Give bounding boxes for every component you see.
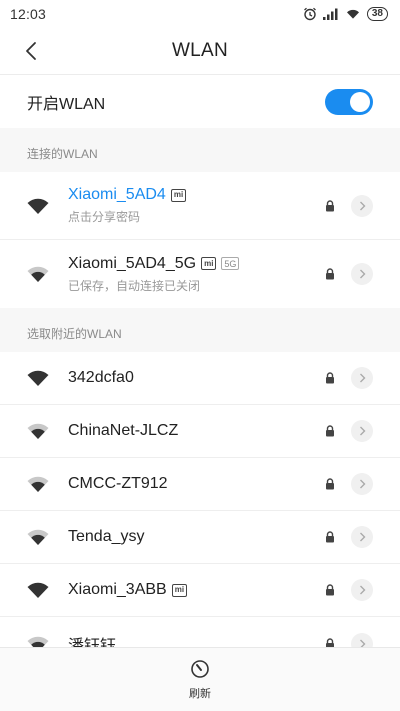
alarm-icon (303, 7, 316, 21)
network-text: 342dcfa0 (68, 369, 325, 387)
network-name-row: Xiaomi_5AD4_5G mi 5G (68, 255, 325, 273)
network-name-row: Tenda_ysy (68, 528, 325, 546)
signal-icon (322, 8, 338, 20)
lock-icon (326, 637, 334, 647)
refresh-label: 刷新 (189, 687, 211, 700)
wlan-toggle-label: 开启WLAN (27, 95, 106, 113)
chevron-right-icon (359, 426, 365, 436)
network-text: Xiaomi_5AD4 mi 点击分享密码 (68, 186, 325, 225)
wifi-strong-icon (27, 582, 49, 598)
network-detail-button[interactable] (351, 579, 373, 601)
wlan-toggle-row[interactable]: 开启WLAN (0, 74, 400, 128)
mi-badge-icon: mi (201, 257, 217, 270)
wifi-weak-icon (27, 476, 49, 492)
wifi-status-icon (346, 9, 359, 19)
wifi-weak-icon (27, 423, 49, 439)
list-item-network[interactable]: Tenda_ysy (0, 511, 400, 564)
title-bar: WLAN (0, 28, 400, 74)
network-subtitle: 点击分享密码 (68, 210, 141, 224)
wifi-weak-icon (27, 529, 49, 545)
connected-list: Xiaomi_5AD4 mi 点击分享密码 Xiaomi_5AD4_5G mi … (0, 172, 400, 308)
lock-icon (326, 372, 334, 384)
list-item-network[interactable]: ChinaNet-JLCZ (0, 405, 400, 458)
network-text: Xiaomi_5AD4_5G mi 5G 已保存，自动连接已关闭 (68, 255, 325, 294)
network-name-row: ChinaNet-JLCZ (68, 422, 325, 440)
section-label-connected: 连接的WLAN (27, 147, 98, 161)
switch-knob (350, 91, 370, 112)
wifi-weak-icon (27, 266, 49, 282)
status-time: 12:03 (10, 6, 47, 22)
list-item-network[interactable]: CMCC-ZT912 (0, 458, 400, 511)
lock-icon (326, 425, 334, 437)
network-name: Xiaomi_5AD4 (68, 186, 166, 203)
network-detail-button[interactable] (351, 420, 373, 442)
wifi-strong-icon (27, 370, 49, 386)
network-text: CMCC-ZT912 (68, 475, 325, 493)
network-name: Xiaomi_3ABB (68, 581, 167, 598)
network-name: Xiaomi_5AD4_5G (68, 254, 197, 272)
chevron-left-icon (26, 42, 36, 60)
section-header-connected: 连接的WLAN (0, 128, 400, 172)
wlan-toggle-switch[interactable] (325, 88, 373, 115)
nearby-list: 342dcfa0 ChinaNet-JLCZ CMCC-ZT912 Tenda_… (0, 352, 400, 647)
network-text: Tenda_ysy (68, 528, 325, 546)
network-name: ChinaNet-JLCZ (68, 422, 179, 439)
list-item-network[interactable]: 342dcfa0 (0, 352, 400, 405)
wifi-strong-icon (27, 198, 49, 214)
chevron-right-icon (359, 479, 365, 489)
network-name-row: Xiaomi_3ABB mi (68, 581, 325, 599)
page-title: WLAN (171, 40, 229, 61)
battery-indicator: 38 (366, 7, 388, 21)
refresh-icon (191, 659, 209, 678)
network-detail-button[interactable] (351, 194, 373, 217)
band-tag: 5G (221, 257, 240, 270)
lock-icon (326, 268, 334, 280)
section-header-nearby: 选取附近的WLAN (0, 308, 400, 352)
network-name: CMCC-ZT912 (68, 475, 168, 492)
network-detail-button[interactable] (351, 473, 373, 495)
chevron-right-icon (359, 532, 365, 542)
back-button[interactable] (18, 38, 44, 64)
chevron-right-icon (359, 585, 365, 595)
network-name: Tenda_ysy (68, 528, 145, 545)
network-name: 342dcfa0 (68, 369, 134, 386)
network-detail-button[interactable] (351, 367, 373, 389)
chevron-right-icon (359, 201, 365, 210)
network-subtitle: 已保存，自动连接已关闭 (68, 278, 201, 293)
network-detail-button[interactable] (351, 263, 373, 285)
wifi-weak-icon (27, 636, 49, 647)
network-text: ChinaNet-JLCZ (68, 422, 325, 440)
network-name-row: 342dcfa0 (68, 369, 325, 387)
network-name: 潘钰钰 (68, 637, 117, 648)
network-name-row: 潘钰钰 (68, 632, 325, 648)
network-text: 潘钰钰 (68, 632, 325, 648)
list-item-network[interactable]: 潘钰钰 (0, 617, 400, 647)
status-bar: 12:03 38 (0, 0, 400, 28)
network-detail-button[interactable] (351, 632, 373, 647)
list-item-network[interactable]: Xiaomi_5AD4 mi 点击分享密码 (0, 172, 400, 240)
mi-badge-icon: mi (171, 583, 188, 597)
chevron-right-icon (359, 639, 365, 647)
network-detail-button[interactable] (351, 526, 373, 548)
lock-icon (326, 531, 334, 543)
network-name-row: Xiaomi_5AD4 mi (68, 186, 325, 204)
chevron-right-icon (359, 373, 365, 383)
list-item-network[interactable]: Xiaomi_3ABB mi (0, 564, 400, 617)
network-text: Xiaomi_3ABB mi (68, 581, 325, 599)
bottom-bar: 刷新 (0, 647, 400, 711)
lock-icon (326, 478, 334, 490)
section-label-nearby: 选取附近的WLAN (27, 327, 122, 341)
chevron-right-icon (359, 269, 365, 279)
network-name-row: CMCC-ZT912 (68, 475, 325, 493)
mi-badge-icon: mi (170, 188, 187, 202)
lock-icon (326, 199, 334, 211)
refresh-button[interactable]: 刷新 (189, 659, 211, 701)
lock-icon (326, 584, 334, 596)
status-icons: 38 (303, 7, 388, 21)
list-item-network[interactable]: Xiaomi_5AD4_5G mi 5G 已保存，自动连接已关闭 (0, 240, 400, 308)
